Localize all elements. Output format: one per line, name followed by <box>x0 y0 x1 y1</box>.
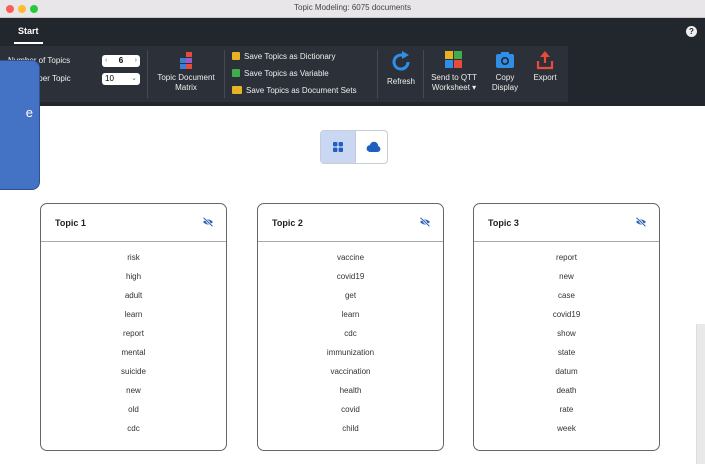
topic-word: cdc <box>344 329 357 338</box>
topic-word: immunization <box>326 348 375 357</box>
app-window: Topic Modeling: 6075 documents Start ? N… <box>0 0 705 464</box>
matrix-label-line2: Matrix <box>175 83 197 92</box>
send-label-line1: Send to QTT <box>431 73 477 82</box>
cloud-icon <box>366 141 381 152</box>
topic-word: new <box>559 272 574 281</box>
topic-word-list: vaccine covid19 get learn cdc immunizati… <box>258 253 443 443</box>
refresh-button[interactable]: Refresh <box>382 50 420 87</box>
save-topics-dictionary-button[interactable]: Save Topics as Dictionary <box>232 52 335 61</box>
topic-card-1: Topic 1 risk high adult learn report men… <box>40 203 227 451</box>
topic-word: child <box>342 424 359 433</box>
copy-label-line1: Copy <box>495 73 515 82</box>
export-icon <box>536 51 554 70</box>
eye-slash-icon[interactable] <box>419 217 431 227</box>
help-icon[interactable]: ? <box>686 26 697 37</box>
cloud-view-button[interactable] <box>355 131 389 163</box>
words-per-topic-value: 10 <box>105 74 114 83</box>
save-variable-label: Save Topics as Variable <box>244 69 329 78</box>
send-label-line2: Worksheet <box>431 83 470 92</box>
topic-card-3: Topic 3 report new case covid19 show sta… <box>473 203 660 451</box>
number-of-topics-stepper[interactable]: ‹ 6 › <box>102 55 140 67</box>
topic-card-header: Topic 3 <box>474 204 659 242</box>
variable-icon <box>232 69 240 77</box>
topic-card-header: Topic 2 <box>258 204 443 242</box>
topic-word: mental <box>121 348 146 357</box>
topic-word: adult <box>124 291 143 300</box>
copy-label-line2: Display <box>491 83 519 92</box>
grid-icon <box>333 142 343 152</box>
topic-word: learn <box>341 310 360 319</box>
topic-word: covid <box>341 405 360 414</box>
topic-word: suicide <box>121 367 146 376</box>
topic-title: Topic 3 <box>488 218 519 228</box>
increment-icon[interactable]: › <box>135 55 137 67</box>
topic-word: high <box>125 272 142 281</box>
toolbar: Number of Topics ‹ 6 › n-Words per Topic… <box>0 46 568 102</box>
title-bar: Topic Modeling: 6075 documents <box>0 0 705 18</box>
topic-word: state <box>557 348 576 357</box>
document-sets-icon <box>232 86 242 94</box>
topic-word: rate <box>559 405 574 414</box>
topic-word: covid19 <box>336 272 365 281</box>
save-topics-variable-button[interactable]: Save Topics as Variable <box>232 69 329 78</box>
topic-word: show <box>557 329 576 338</box>
separator <box>423 50 424 98</box>
chevron-down-icon: ⌄ <box>131 75 137 82</box>
eye-slash-icon[interactable] <box>202 217 214 227</box>
topic-word: learn <box>124 310 143 319</box>
topic-word: health <box>339 386 362 395</box>
separator <box>147 50 148 98</box>
tutorial-callout: e <box>0 60 40 190</box>
topic-word: risk <box>127 253 140 262</box>
topic-word: cdc <box>127 424 140 433</box>
topic-word: vaccine <box>336 253 365 262</box>
export-label: Export <box>533 73 557 82</box>
tab-start[interactable]: Start <box>8 18 49 44</box>
topic-word: report <box>556 253 577 262</box>
topic-word: new <box>126 386 141 395</box>
separator <box>224 50 225 98</box>
refresh-label: Refresh <box>386 77 415 86</box>
export-button[interactable]: Export <box>527 50 563 83</box>
puzzle-icon <box>445 51 462 68</box>
scrollbar[interactable] <box>696 324 705 464</box>
topic-card-2: Topic 2 vaccine covid19 get learn cdc im… <box>257 203 444 451</box>
camera-icon <box>496 52 514 68</box>
refresh-icon <box>392 51 410 71</box>
matrix-icon <box>180 52 192 69</box>
save-document-sets-label: Save Topics as Document Sets <box>246 86 357 95</box>
topic-word: covid19 <box>552 310 581 319</box>
topics-view: Topic 1 risk high adult learn report men… <box>0 106 705 464</box>
words-per-topic-select[interactable]: 10 ⌄ <box>102 73 140 85</box>
send-to-qtt-worksheet-button[interactable]: Send to QTT Worksheet ▾ <box>425 50 483 93</box>
topic-word: week <box>557 424 576 433</box>
dictionary-icon <box>232 52 240 60</box>
save-dictionary-label: Save Topics as Dictionary <box>244 52 336 61</box>
topic-document-matrix-button[interactable]: Topic Document Matrix <box>152 50 220 93</box>
callout-text: e <box>25 105 33 120</box>
topic-word: death <box>556 386 577 395</box>
topic-word-list: risk high adult learn report mental suic… <box>41 253 226 443</box>
topic-word: vaccination <box>330 367 371 376</box>
topic-word: datum <box>555 367 578 376</box>
eye-slash-icon[interactable] <box>635 217 647 227</box>
view-toggle <box>320 130 388 164</box>
grid-view-button[interactable] <box>321 131 355 163</box>
save-topics-document-sets-button[interactable]: Save Topics as Document Sets <box>232 86 357 95</box>
copy-display-button[interactable]: Copy Display <box>487 50 523 93</box>
topic-word-list: report new case covid19 show state datum… <box>474 253 659 443</box>
window-title: Topic Modeling: 6075 documents <box>294 3 411 12</box>
separator <box>377 50 378 98</box>
topic-word: old <box>128 405 139 414</box>
ribbon: Start ? Number of Topics ‹ 6 › n-Words p… <box>0 18 705 106</box>
topic-word: case <box>558 291 575 300</box>
chevron-down-icon: ▾ <box>472 83 477 92</box>
topic-word: get <box>344 291 357 300</box>
matrix-label-line1: Topic Document <box>157 73 215 82</box>
topic-title: Topic 1 <box>55 218 86 228</box>
topic-word: report <box>123 329 144 338</box>
topic-title: Topic 2 <box>272 218 303 228</box>
topic-card-header: Topic 1 <box>41 204 226 242</box>
